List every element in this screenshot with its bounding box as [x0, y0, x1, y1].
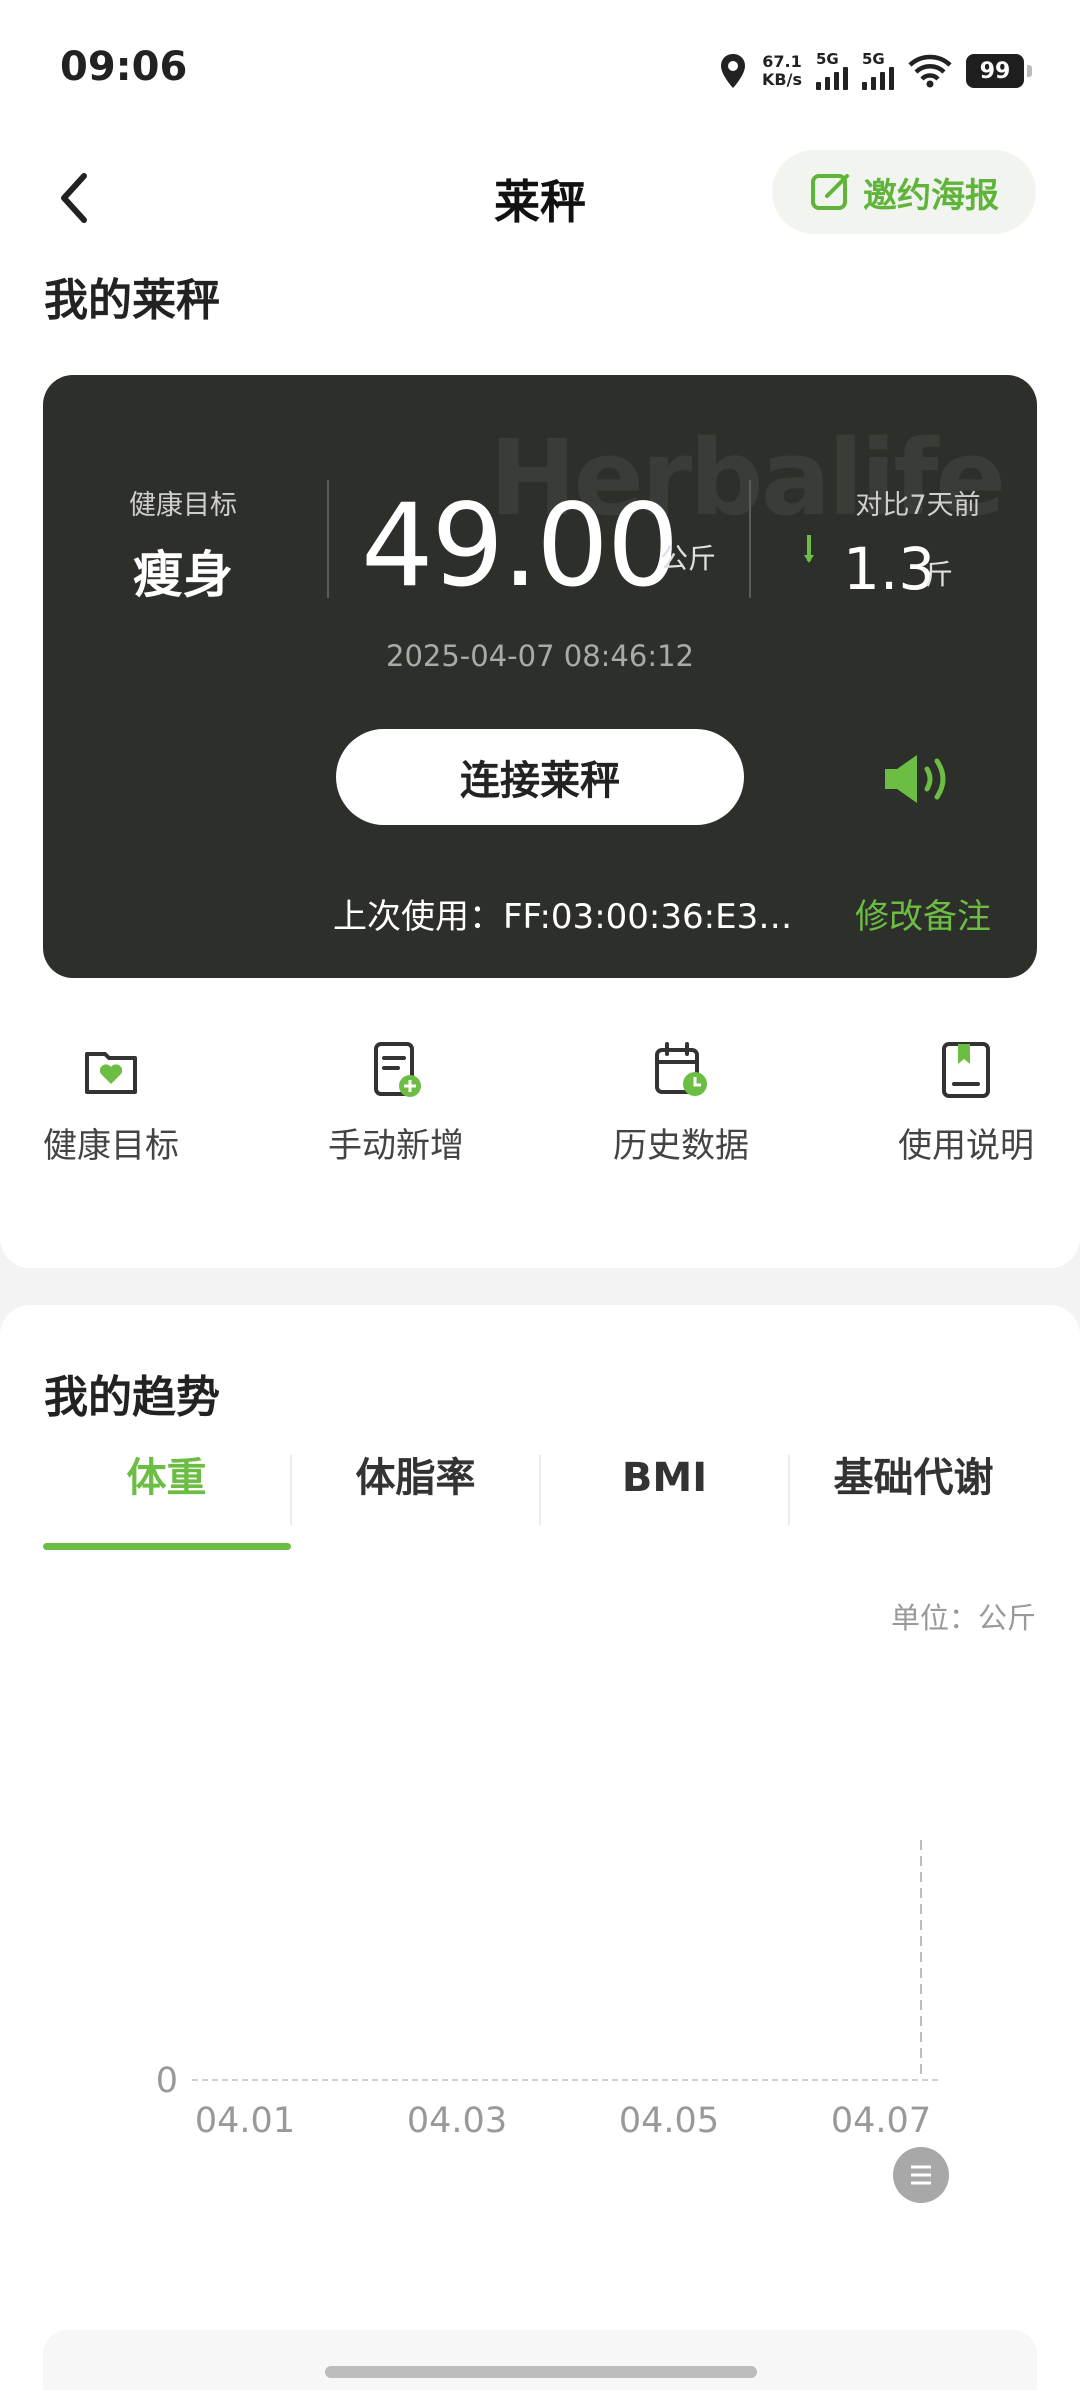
trend-section: 我的趋势 体重 体脂率 BMI 基础代谢 单位：公斤 0 04.01 04.03 04…	[0, 1305, 1080, 2400]
heart-folder-icon	[85, 1052, 137, 1094]
quick-action-history[interactable]: 历史数据	[571, 1040, 791, 1167]
divider	[327, 480, 329, 598]
invite-poster-label: 邀约海报	[863, 175, 999, 216]
goal-value: 瘦身	[133, 546, 233, 604]
x-tick-label: 04.03	[407, 2101, 507, 2141]
compare-value: 1.3	[843, 535, 936, 603]
net-speed-value: 67.1	[762, 52, 802, 71]
calendar-clock-icon	[655, 1042, 707, 1096]
compare-unit: 斤	[925, 558, 954, 591]
next-card-edge	[43, 2330, 1037, 2390]
arrow-down-icon	[804, 535, 814, 563]
quick-action-health-goal[interactable]: 健康目标	[1, 1040, 221, 1167]
scale-section: 莱秤 邀约海报 我的莱秤 Herbalife 健康目标 瘦身 49.00 公斤 …	[0, 140, 1080, 1268]
x-tick-label: 04.05	[619, 2101, 719, 2141]
battery-level: 99	[979, 58, 1011, 84]
signal-1-label: 5G	[816, 50, 839, 68]
compare-label: 对比7天前	[855, 490, 981, 521]
quick-action-label: 历史数据	[613, 1126, 749, 1166]
my-scale-title: 我的莱秤	[44, 275, 220, 326]
quick-action-label: 健康目标	[43, 1126, 179, 1166]
status-time: 09:06	[60, 44, 188, 90]
last-use-text: 上次使用：FF:03:00:36:E3:...	[333, 897, 793, 937]
x-tick-label: 04.01	[195, 2101, 295, 2141]
quick-action-instructions[interactable]: 使用说明	[856, 1040, 1076, 1167]
home-indicator[interactable]	[325, 2366, 757, 2378]
edit-note-button[interactable]: 修改备注	[855, 889, 991, 938]
invite-poster-button[interactable]: 邀约海报	[772, 150, 1036, 234]
bookmark-book-icon	[942, 1042, 990, 1098]
net-speed-unit: KB/s	[762, 70, 802, 89]
signal-bars-icon	[816, 66, 848, 90]
connect-scale-button[interactable]: 连接莱秤	[336, 729, 744, 825]
active-tab-indicator	[43, 1543, 291, 1550]
y-tick-label: 0	[156, 2061, 178, 2101]
divider	[749, 480, 751, 598]
signal-2: 5G	[862, 52, 894, 90]
battery-icon: 99	[966, 54, 1032, 88]
measure-datetime: 2025-04-07 08:46:12	[386, 639, 694, 673]
weight-unit: 公斤	[660, 542, 717, 575]
status-bar: 09:06 67.1 KB/s 5G 5G 99	[0, 0, 1080, 140]
scale-card: Herbalife 健康目标 瘦身 49.00 公斤 对比7天前 1.3 斤 2…	[43, 375, 1037, 978]
quick-action-label: 使用说明	[898, 1126, 1034, 1166]
weight-value: 49.00	[361, 479, 679, 612]
speaker-icon[interactable]	[881, 751, 957, 807]
net-speed: 67.1 KB/s	[762, 53, 802, 89]
add-note-icon	[374, 1042, 421, 1097]
back-arrow-icon[interactable]	[50, 168, 100, 228]
quick-action-manual-add[interactable]: 手动新增	[286, 1040, 506, 1167]
weight-trend-chart: 0 04.01 04.03 04.05 04.07	[156, 1840, 949, 2203]
signal-bars-icon	[862, 66, 894, 90]
signal-1: 5G	[816, 52, 848, 90]
edit-icon	[811, 174, 849, 210]
signal-2-label: 5G	[862, 50, 885, 68]
quick-actions: 健康目标 手动新增 历史数据 使用说明	[0, 1040, 1080, 1170]
goal-label: 健康目标	[129, 490, 237, 521]
wifi-icon	[908, 54, 952, 88]
x-tick-label: 04.07	[831, 2101, 931, 2141]
status-icons: 67.1 KB/s 5G 5G 99	[718, 46, 1032, 96]
location-icon	[721, 54, 746, 88]
quick-action-label: 手动新增	[328, 1126, 464, 1166]
